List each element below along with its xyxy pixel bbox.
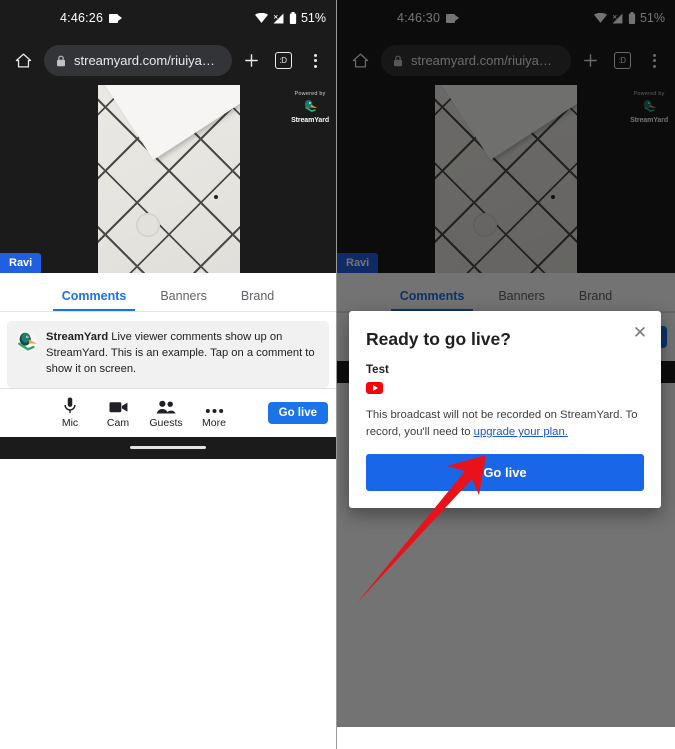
toolbar-label-guests: Guests	[149, 416, 183, 429]
wifi-icon	[254, 13, 268, 23]
left-phone-screenshot: 4:46:26 51% streamyard.com/riuiya6e2k:D…	[0, 0, 337, 749]
toolbar-item-guests[interactable]: Guests	[142, 397, 190, 429]
panel-tabs: Comments Banners Brand	[0, 273, 336, 312]
toolbar-label-mic: Mic	[61, 416, 79, 429]
dialog-title: Ready to go live?	[366, 329, 511, 349]
dual-screenshot-container: 4:46:26 51% streamyard.com/riuiya6e2k:D…	[0, 0, 675, 749]
youtube-icon	[366, 382, 383, 394]
tab-count: :D	[274, 52, 292, 69]
watermark-brand-yard: Yard	[314, 116, 329, 124]
destination-name: Test	[366, 364, 389, 376]
comment-body-wrapper: StreamYard Live viewer comments show up …	[46, 330, 320, 378]
status-bar-left: 4:46:26	[60, 11, 123, 25]
toolbar-label-more: More	[202, 416, 226, 429]
battery-percent: 51%	[300, 11, 326, 25]
people-icon	[156, 397, 176, 414]
tab-brand[interactable]: Brand	[241, 289, 274, 311]
watermark-brand-stream: Stream	[291, 116, 315, 124]
home-icon[interactable]	[8, 46, 38, 76]
video-stage: Ravi Powered by StreamYard	[0, 85, 336, 273]
toolbar-item-more[interactable]: More	[190, 397, 238, 429]
video-camera-icon	[108, 397, 128, 414]
toolbar-label-cam: Cam	[106, 416, 130, 429]
status-bar: 4:46:26 51%	[0, 0, 336, 36]
floor-speck	[214, 195, 218, 199]
browser-toolbar: streamyard.com/riuiya6e2k :D	[0, 36, 336, 85]
status-bar-right: 51%	[254, 11, 326, 25]
tab-banners[interactable]: Banners	[160, 289, 207, 311]
camera-preview	[98, 85, 240, 273]
battery-icon	[289, 12, 297, 24]
lock-icon	[57, 55, 65, 66]
streamyard-duck-avatar	[16, 330, 38, 352]
right-phone-screenshot: 4:46:30 51%	[337, 0, 675, 749]
status-time: 4:46:26	[60, 11, 104, 25]
go-live-button[interactable]: Go live	[267, 401, 328, 424]
watermark-brand: StreamYard	[291, 117, 329, 124]
dialog-go-live-button[interactable]: Go live	[366, 453, 644, 491]
tab-comments[interactable]: Comments	[52, 289, 135, 311]
plus-icon[interactable]	[238, 48, 264, 74]
comments-panel: StreamYard Live viewer comments show up …	[0, 321, 336, 388]
close-x-icon[interactable]: ✕	[630, 322, 650, 342]
comment-item[interactable]: StreamYard Live viewer comments show up …	[7, 321, 329, 388]
url-text: streamyard.com/riuiya6e2k	[74, 53, 220, 68]
overflow-menu-icon[interactable]	[302, 48, 328, 74]
gesture-pill[interactable]	[130, 445, 206, 450]
url-input[interactable]: streamyard.com/riuiya6e2k	[44, 45, 232, 76]
toolbar-items: Mic Cam Guests	[46, 397, 238, 429]
participant-name-badge: Ravi	[0, 253, 42, 273]
comment-author: StreamYard	[46, 331, 109, 343]
ellipsis-icon	[205, 397, 224, 414]
android-navigation-bar	[0, 436, 336, 459]
bottom-toolbar: Mic Cam Guests	[0, 387, 336, 437]
streamyard-duck-icon	[304, 99, 317, 112]
microphone-icon	[63, 397, 77, 414]
toolbar-item-cam[interactable]: Cam	[94, 397, 142, 429]
video-camera-icon	[109, 13, 123, 23]
dialog-note: This broadcast will not be recorded on S…	[366, 407, 644, 441]
watermark-powered-label: Powered by	[294, 91, 326, 97]
tab-switcher-button[interactable]: :D	[270, 48, 296, 74]
go-live-dialog: ✕ Ready to go live? Test This broadcast …	[349, 311, 661, 508]
upgrade-plan-link[interactable]: upgrade your plan.	[474, 426, 568, 438]
cell-signal-icon	[273, 13, 284, 23]
floor-drain	[136, 213, 160, 237]
streamyard-watermark: Powered by StreamYard	[291, 91, 329, 124]
toolbar-item-mic[interactable]: Mic	[46, 397, 94, 429]
